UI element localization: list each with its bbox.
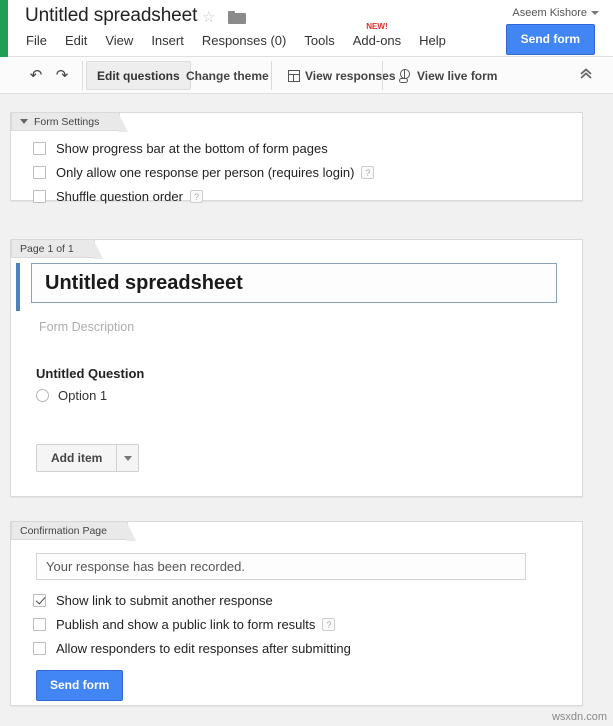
help-icon-shuffle-order[interactable]: ? xyxy=(190,190,203,203)
checkbox-progress-bar[interactable] xyxy=(33,142,46,155)
folder-icon[interactable] xyxy=(228,11,246,24)
confirmation-page-card: Confirmation Page Your response has been… xyxy=(10,521,583,706)
setting-one-response[interactable]: Only allow one response per person (requ… xyxy=(33,165,582,180)
selected-item-accent-bar xyxy=(16,263,20,311)
tab-change-theme-label: Change theme xyxy=(186,69,269,83)
help-icon-publish-results[interactable]: ? xyxy=(322,618,335,631)
confirmation-page-tab-label: Confirmation Page xyxy=(20,525,107,537)
new-badge: NEW! xyxy=(366,22,387,31)
send-form-button-footer[interactable]: Send form xyxy=(36,670,123,701)
confirmation-message-input[interactable]: Your response has been recorded. xyxy=(36,553,526,580)
setting-show-submit-link[interactable]: Show link to submit another response xyxy=(33,593,351,608)
form-settings-tab[interactable]: Form Settings xyxy=(11,112,120,131)
toolbar-divider-2 xyxy=(271,61,272,90)
link-icon xyxy=(399,78,408,83)
account-name[interactable]: Aseem Kishore xyxy=(512,7,587,19)
menu-item-addons[interactable]: NEW! Add-ons xyxy=(344,33,410,50)
tab-view-live-form-label: View live form xyxy=(417,69,497,83)
checkbox-one-response[interactable] xyxy=(33,166,46,179)
confirmation-page-tab: Confirmation Page xyxy=(11,521,128,540)
tab-edit-questions-label: Edit questions xyxy=(97,69,180,83)
menu-item-responses[interactable]: Responses (0) xyxy=(193,33,296,50)
menu-item-tools[interactable]: Tools xyxy=(295,33,343,50)
question-title[interactable]: Untitled Question xyxy=(36,366,144,381)
setting-allow-edit-responses[interactable]: Allow responders to edit responses after… xyxy=(33,641,351,656)
spreadsheet-grid-icon xyxy=(288,70,300,82)
setting-allow-edit-responses-label: Allow responders to edit responses after… xyxy=(56,641,351,656)
send-form-button-header[interactable]: Send form xyxy=(506,24,595,55)
google-forms-editor: Untitled spreadsheet ☆ File Edit View In… xyxy=(0,0,613,726)
confirmation-options: Show link to submit another response Pub… xyxy=(33,593,351,665)
menu-item-help[interactable]: Help xyxy=(410,33,455,50)
add-item-group: Add item xyxy=(36,444,139,472)
setting-one-response-label: Only allow one response per person (requ… xyxy=(56,165,354,180)
question-option-1[interactable]: Option 1 xyxy=(36,388,107,403)
tab-edit-questions[interactable]: Edit questions xyxy=(86,61,191,90)
form-settings-tab-label: Form Settings xyxy=(34,116,99,128)
add-item-dropdown-button[interactable] xyxy=(117,444,139,472)
tab-view-live-form[interactable]: View live form xyxy=(389,61,507,90)
tab-change-theme[interactable]: Change theme xyxy=(176,61,279,90)
setting-progress-bar-label: Show progress bar at the bottom of form … xyxy=(56,141,328,156)
page-indicator-label: Page 1 of 1 xyxy=(20,243,74,255)
menu-item-addons-label: Add-ons xyxy=(353,33,401,48)
undo-icon[interactable]: ↶ xyxy=(26,66,46,84)
form-title-input[interactable]: Untitled spreadsheet xyxy=(31,263,557,303)
menu-item-view[interactable]: View xyxy=(96,33,142,50)
question-option-1-label: Option 1 xyxy=(58,388,107,403)
form-title-block: Untitled spreadsheet xyxy=(16,263,561,313)
setting-show-submit-link-label: Show link to submit another response xyxy=(56,593,273,608)
setting-publish-results-label: Publish and show a public link to form r… xyxy=(56,617,315,632)
setting-shuffle-order[interactable]: Shuffle question order ? xyxy=(33,189,582,204)
star-outline-icon[interactable]: ☆ xyxy=(202,10,217,25)
setting-publish-results[interactable]: Publish and show a public link to form r… xyxy=(33,617,351,632)
help-icon-one-response[interactable]: ? xyxy=(361,166,374,179)
redo-icon[interactable]: ↷ xyxy=(52,66,72,84)
form-page-card: Page 1 of 1 Untitled spreadsheet Form De… xyxy=(10,239,583,497)
page-indicator-tab: Page 1 of 1 xyxy=(11,239,95,258)
checkbox-allow-edit-responses[interactable] xyxy=(33,642,46,655)
toolbar-divider xyxy=(82,61,83,90)
app-header: Untitled spreadsheet ☆ File Edit View In… xyxy=(0,0,613,57)
page-title[interactable]: Untitled spreadsheet xyxy=(25,5,197,27)
chevron-double-up-icon[interactable] xyxy=(577,66,595,84)
add-item-button[interactable]: Add item xyxy=(36,444,117,472)
chevron-down-icon xyxy=(124,456,132,461)
form-settings-card: Form Settings Show progress bar at the b… xyxy=(10,112,583,201)
caret-down-icon xyxy=(20,119,28,124)
radio-option-1[interactable] xyxy=(36,389,49,402)
editor-toolbar: ↶ ↷ Edit questions Change theme View res… xyxy=(0,57,613,94)
menu-bar: File Edit View Insert Responses (0) Tool… xyxy=(22,33,455,50)
menu-item-insert[interactable]: Insert xyxy=(142,33,193,50)
setting-progress-bar[interactable]: Show progress bar at the bottom of form … xyxy=(33,141,582,156)
toolbar-divider-3 xyxy=(382,61,383,90)
sheets-green-accent-bar xyxy=(0,0,8,57)
menu-item-file[interactable]: File xyxy=(22,33,56,50)
tab-view-responses[interactable]: View responses xyxy=(278,61,406,90)
checkbox-show-submit-link[interactable] xyxy=(33,594,46,607)
checkbox-publish-results[interactable] xyxy=(33,618,46,631)
folder-icon-body xyxy=(228,13,246,24)
chevron-down-icon[interactable] xyxy=(591,11,599,15)
globe-link-icon xyxy=(399,69,412,83)
menu-item-edit[interactable]: Edit xyxy=(56,33,96,50)
checkbox-shuffle-order[interactable] xyxy=(33,190,46,203)
watermark: wsxdn.com xyxy=(552,711,607,723)
setting-shuffle-order-label: Shuffle question order xyxy=(56,189,183,204)
form-description-input[interactable]: Form Description xyxy=(39,320,134,334)
